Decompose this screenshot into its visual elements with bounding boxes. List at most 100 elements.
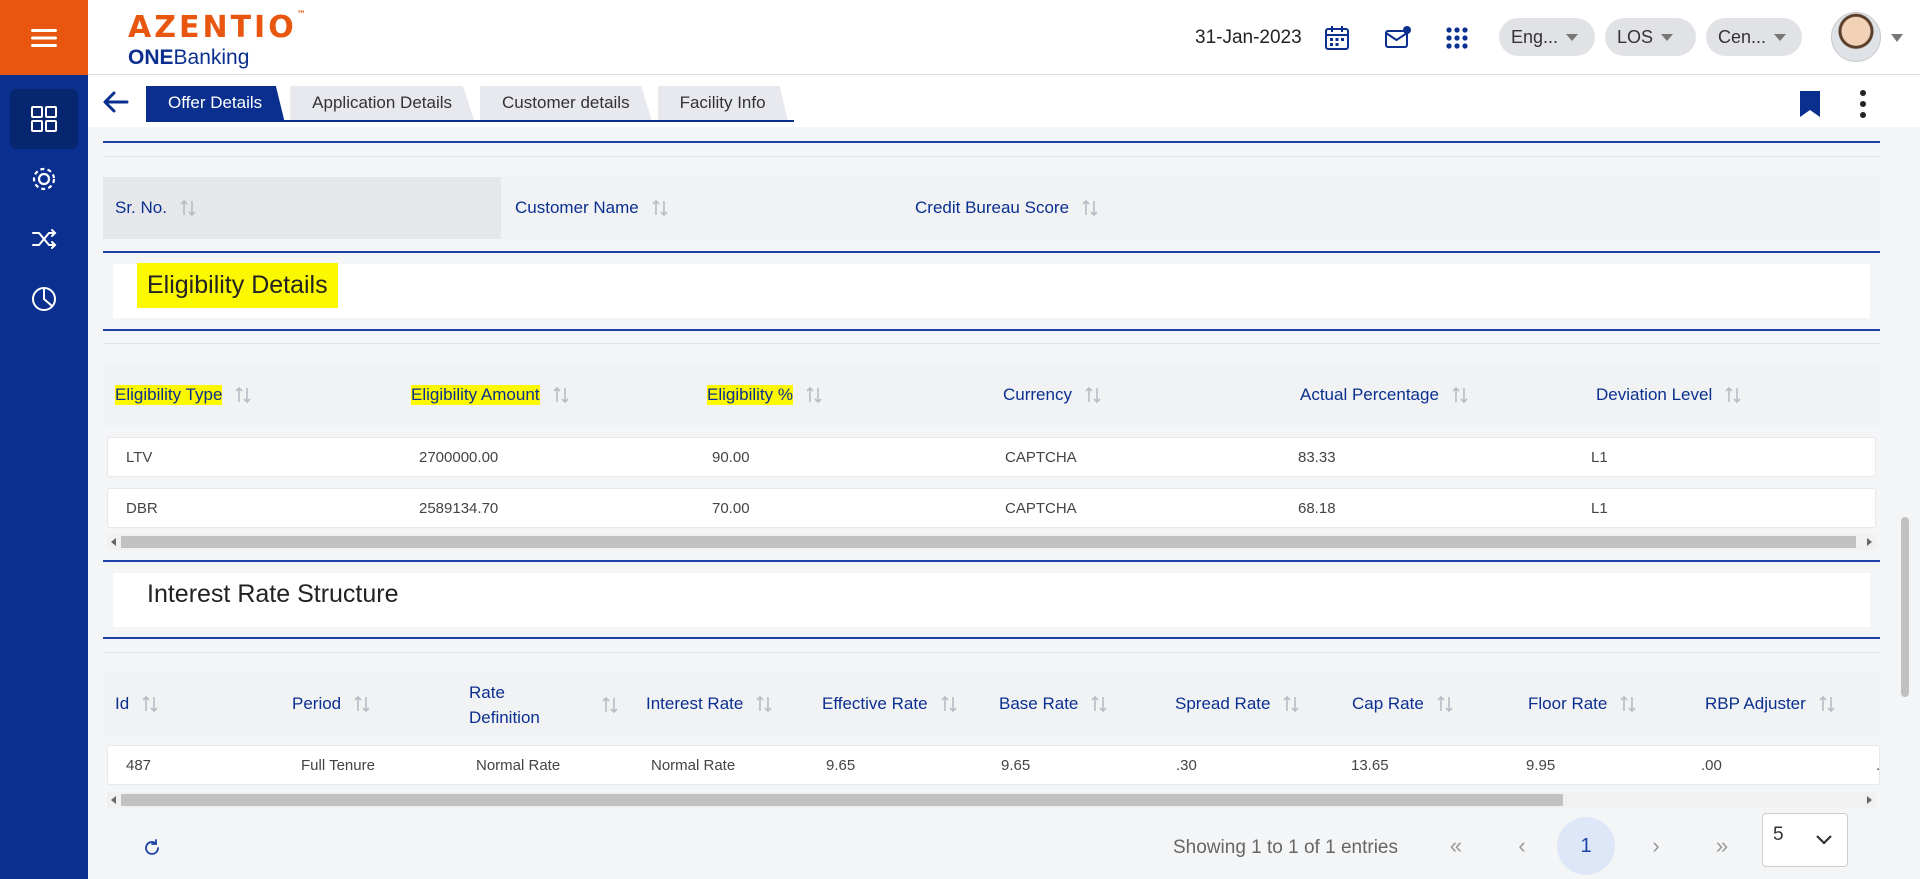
logo: AZENTIO™ ONEBanking xyxy=(128,10,306,70)
column-header-currency[interactable]: Currency xyxy=(1003,384,1104,406)
chevron-down-icon xyxy=(1774,33,1787,41)
language-select[interactable]: Eng... xyxy=(1499,18,1595,56)
table-cell: 2700000.00 xyxy=(419,449,499,466)
menu-button[interactable] xyxy=(0,0,88,75)
table-row[interactable]: LTV 2700000.00 90.00 CAPTCHA 83.33 L1 xyxy=(107,437,1876,477)
tab-customer-details[interactable]: Customer details xyxy=(480,86,652,120)
table-cell: CAPTCHA xyxy=(1005,449,1077,466)
table-cell: .0 xyxy=(1876,757,1880,774)
sidebar-item-workflow[interactable] xyxy=(10,209,78,269)
next-page-button[interactable]: › xyxy=(1642,831,1670,861)
calendar-icon[interactable] xyxy=(1323,24,1351,52)
column-header-credit-bureau-score[interactable]: Credit Bureau Score xyxy=(915,197,1101,219)
interest-horizontal-scrollbar[interactable] xyxy=(107,792,1876,808)
back-arrow-icon[interactable] xyxy=(102,89,130,115)
eligibility-section-title: Eligibility Details xyxy=(137,263,338,308)
tab-offer-details[interactable]: Offer Details xyxy=(146,86,285,120)
bookmark-icon[interactable] xyxy=(1798,89,1822,119)
table-row[interactable]: DBR 2589134.70 70.00 CAPTCHA 68.18 L1 xyxy=(107,488,1876,528)
column-header-period[interactable]: Period xyxy=(292,693,373,715)
sort-icon xyxy=(180,199,196,217)
sidebar-item-dashboard[interactable] xyxy=(10,89,78,149)
column-header-eligibility-amount[interactable]: Eligibility Amount xyxy=(411,384,572,406)
tab-bar: Offer Details Application Details Custom… xyxy=(88,75,1920,127)
table-cell: L1 xyxy=(1591,449,1608,466)
column-header-sr-no[interactable]: Sr. No. xyxy=(115,197,199,219)
last-page-button[interactable]: » xyxy=(1708,831,1736,861)
sort-icon xyxy=(1085,386,1101,404)
mail-icon[interactable] xyxy=(1383,24,1411,52)
table-cell: 68.18 xyxy=(1298,500,1336,517)
column-header-customer-name[interactable]: Customer Name xyxy=(515,197,671,219)
column-header-id[interactable]: Id xyxy=(115,693,161,715)
table-cell: 83.33 xyxy=(1298,449,1336,466)
module-select[interactable]: LOS xyxy=(1605,18,1696,56)
avatar[interactable] xyxy=(1831,12,1881,62)
profile-menu-chevron-icon[interactable] xyxy=(1891,34,1903,42)
column-header-rate-definition[interactable]: Rate Definition xyxy=(469,680,621,730)
column-header-eligibility-percent[interactable]: Eligibility % xyxy=(707,384,825,406)
tab-facility-info[interactable]: Facility Info xyxy=(657,86,788,120)
sort-icon xyxy=(602,696,618,714)
column-header-eligibility-type[interactable]: Eligibility Type xyxy=(115,384,254,406)
scroll-right-icon[interactable] xyxy=(1867,796,1872,804)
sidebar-item-settings[interactable] xyxy=(10,149,78,209)
settings-icon xyxy=(32,167,56,191)
table-cell: DBR xyxy=(126,500,158,517)
divider xyxy=(103,251,1880,253)
divider xyxy=(103,329,1880,331)
table-row[interactable]: 487 Full Tenure Normal Rate Normal Rate … xyxy=(107,745,1880,785)
refresh-icon[interactable] xyxy=(141,837,163,859)
chevron-down-icon xyxy=(1816,835,1832,845)
scroll-right-icon[interactable] xyxy=(1867,538,1872,546)
scroll-left-icon[interactable] xyxy=(111,796,116,804)
business-date: 31-Jan-2023 xyxy=(1195,27,1302,48)
table-cell: 9.65 xyxy=(1001,757,1031,774)
chevron-down-icon xyxy=(1661,33,1674,41)
tab-application-details[interactable]: Application Details xyxy=(290,86,475,120)
sort-icon xyxy=(1620,695,1636,713)
sort-icon xyxy=(354,695,370,713)
page-vertical-scrollbar[interactable] xyxy=(1898,75,1912,879)
column-header-base-rate[interactable]: Base Rate xyxy=(999,693,1110,715)
table-cell: 2589134.70 xyxy=(419,500,499,517)
sort-icon xyxy=(756,695,772,713)
sort-icon xyxy=(1725,386,1741,404)
scrollbar-thumb[interactable] xyxy=(1901,517,1909,697)
table-cell: LTV xyxy=(126,449,153,466)
divider xyxy=(103,652,1880,653)
top-header: AZENTIO™ ONEBanking 31-Jan-2023 Eng... L… xyxy=(88,0,1920,75)
scroll-left-icon[interactable] xyxy=(111,538,116,546)
sidebar-item-reports[interactable] xyxy=(10,269,78,329)
column-header-deviation-level[interactable]: Deviation Level xyxy=(1596,384,1744,406)
column-header-effective-rate[interactable]: Effective Rate xyxy=(822,693,960,715)
language-value: Eng... xyxy=(1511,26,1559,47)
divider xyxy=(103,343,1880,344)
column-header-floor-rate[interactable]: Floor Rate xyxy=(1528,693,1639,715)
first-page-button[interactable]: « xyxy=(1442,831,1470,861)
scrollbar-thumb[interactable] xyxy=(121,536,1856,548)
page-size-select[interactable]: 5 xyxy=(1762,813,1848,867)
sort-icon xyxy=(1437,695,1453,713)
interest-section-title: Interest Rate Structure xyxy=(147,580,399,608)
current-page-button[interactable]: 1 xyxy=(1557,817,1615,875)
table-cell: 70.00 xyxy=(712,500,750,517)
column-header-spread-rate[interactable]: Spread Rate xyxy=(1175,693,1302,715)
sort-icon xyxy=(806,386,822,404)
sort-icon xyxy=(1091,695,1107,713)
scrollbar-thumb[interactable] xyxy=(121,794,1563,806)
column-header-interest-rate[interactable]: Interest Rate xyxy=(646,693,775,715)
table-cell: .30 xyxy=(1176,757,1197,774)
more-options-icon[interactable] xyxy=(1859,89,1867,119)
sort-icon xyxy=(235,386,251,404)
prev-page-button[interactable]: ‹ xyxy=(1508,831,1536,861)
column-header-cap-rate[interactable]: Cap Rate xyxy=(1352,693,1456,715)
column-header-rbp-adjuster[interactable]: RBP Adjuster xyxy=(1705,693,1838,715)
branch-select[interactable]: Cen... xyxy=(1706,18,1802,56)
apps-grid-icon[interactable] xyxy=(1443,24,1471,52)
eligibility-horizontal-scrollbar[interactable] xyxy=(107,534,1876,550)
divider xyxy=(103,141,1880,143)
sort-icon xyxy=(1819,695,1835,713)
column-header-actual-percentage[interactable]: Actual Percentage xyxy=(1300,384,1471,406)
shuffle-icon xyxy=(32,229,57,249)
